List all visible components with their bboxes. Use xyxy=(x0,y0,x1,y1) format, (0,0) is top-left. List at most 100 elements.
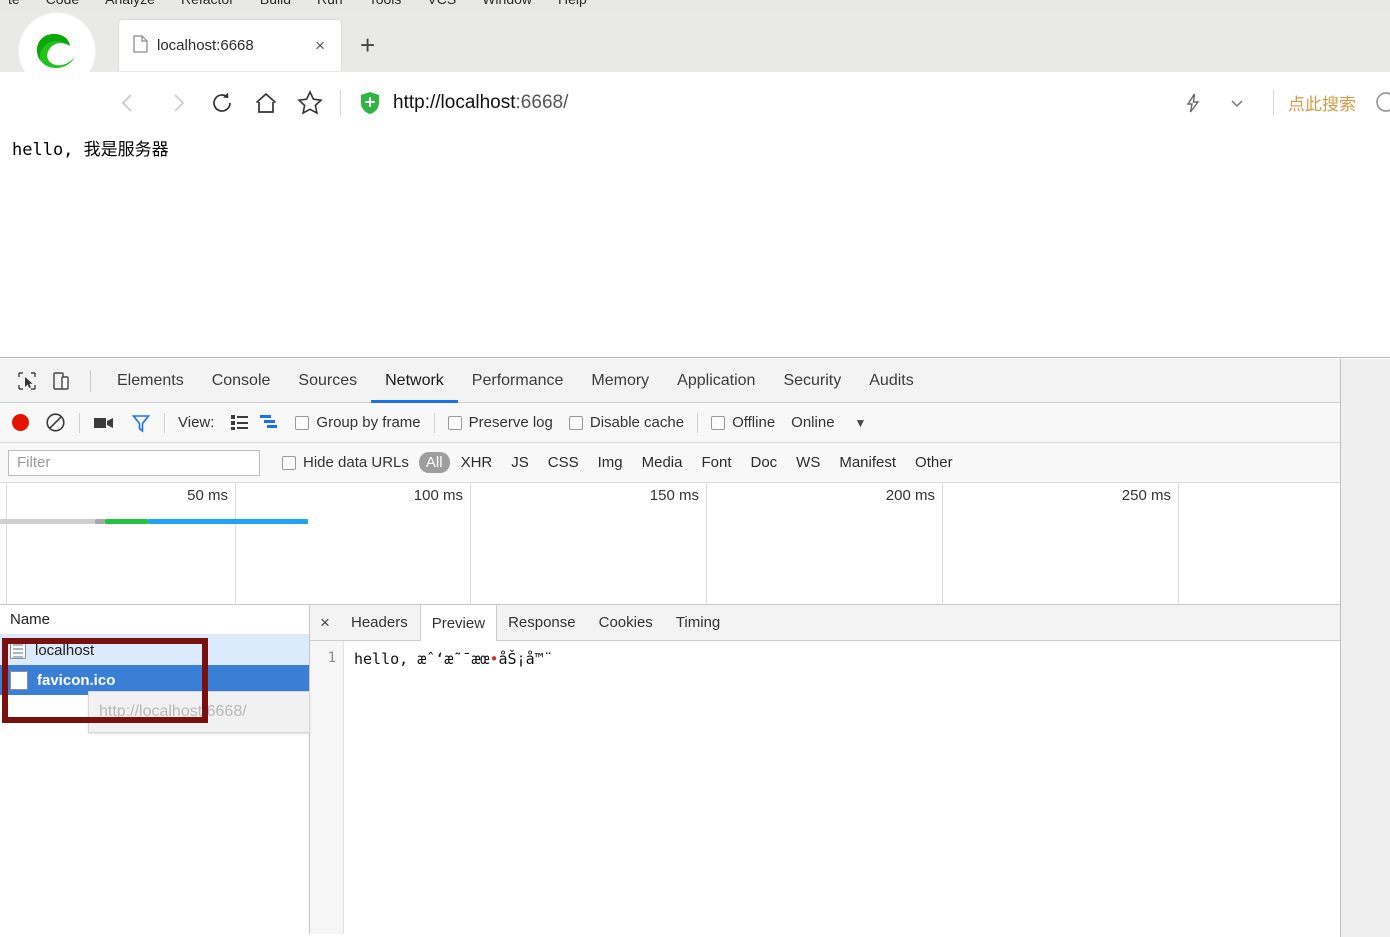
request-name: localhost xyxy=(35,641,95,659)
ide-menu-item[interactable]: te xyxy=(8,0,20,7)
url-tooltip: http://localhost:6668/ xyxy=(88,691,310,733)
tab-console[interactable]: Console xyxy=(198,359,285,403)
toolbar-divider xyxy=(697,412,699,433)
hide-data-urls-checkbox[interactable]: Hide data URLs xyxy=(282,454,409,471)
column-header-name[interactable]: Name xyxy=(0,605,309,635)
preview-text-prefix: hello, xyxy=(354,650,418,668)
device-toolbar-icon[interactable] xyxy=(44,364,78,398)
inspect-element-icon[interactable] xyxy=(10,364,44,398)
record-button-icon[interactable] xyxy=(12,414,29,431)
type-filter-xhr[interactable]: XHR xyxy=(453,452,501,473)
browser-tab-localhost[interactable]: localhost:6668 × xyxy=(118,19,342,71)
chevron-down-icon[interactable] xyxy=(1215,81,1259,125)
ide-menu-item[interactable]: Analyze xyxy=(105,0,155,7)
search-hint-label[interactable]: 点此搜索 xyxy=(1288,90,1364,115)
ide-menu-item[interactable]: VCS xyxy=(427,0,456,7)
disable-cache-checkbox[interactable]: Disable cache xyxy=(568,414,684,431)
table-row[interactable]: localhost xyxy=(0,635,309,665)
ide-menu-item[interactable]: Run xyxy=(317,0,343,7)
ide-menu-item[interactable]: Tools xyxy=(369,0,402,7)
request-list-pane: Name localhost favicon.ico http://localh… xyxy=(0,605,310,934)
security-shield-icon xyxy=(359,91,381,115)
lightning-icon[interactable] xyxy=(1171,81,1215,125)
tab-title: localhost:6668 xyxy=(157,37,254,54)
checkbox-box xyxy=(711,415,726,430)
detail-tab-timing[interactable]: Timing xyxy=(665,605,732,641)
request-detail-pane: × Headers Preview Response Cookies Timin… xyxy=(310,604,1390,934)
waterfall-view-icon[interactable] xyxy=(259,414,279,431)
close-icon[interactable]: × xyxy=(311,37,329,54)
detail-tab-preview[interactable]: Preview xyxy=(419,604,498,642)
timeline-tick-label: 100 ms xyxy=(413,487,463,504)
tab-audits[interactable]: Audits xyxy=(855,359,927,403)
checkbox-box xyxy=(447,415,462,430)
ide-menu-item[interactable]: Code xyxy=(46,0,79,7)
throttling-value: Online xyxy=(791,414,835,431)
group-by-frame-checkbox[interactable]: Group by frame xyxy=(295,414,421,431)
clear-icon[interactable] xyxy=(45,412,66,433)
ide-menu-item[interactable]: Refactor xyxy=(181,0,234,7)
network-split-view: Name localhost favicon.ico http://localh… xyxy=(0,604,1390,934)
view-label: View: xyxy=(178,414,215,431)
address-url-host: http://localhost xyxy=(393,91,516,113)
type-filter-other[interactable]: Other xyxy=(907,452,961,473)
type-filter-media[interactable]: Media xyxy=(634,452,691,473)
type-filter-all[interactable]: All xyxy=(418,452,450,473)
preview-content: 1 hello, æˆ‘æ˜¯æœ•åŠ¡å™¨ xyxy=(310,641,1390,934)
type-filter-manifest[interactable]: Manifest xyxy=(831,452,904,473)
devtools-panel: Elements Console Sources Network Perform… xyxy=(0,359,1390,937)
close-icon[interactable]: × xyxy=(310,613,340,633)
network-filter-bar: Hide data URLs All XHR JS CSS Img Media … xyxy=(0,443,1390,483)
preserve-log-label: Preserve log xyxy=(468,414,553,431)
screen-root: te Code Analyze Refactor Build Run Tools… xyxy=(0,0,1390,937)
type-filter-doc[interactable]: Doc xyxy=(742,452,785,473)
tab-security[interactable]: Security xyxy=(769,359,855,403)
request-bar-stalled xyxy=(95,519,105,524)
type-filter-css[interactable]: CSS xyxy=(540,452,587,473)
ide-menu-item[interactable]: Help xyxy=(558,0,587,7)
type-filter-font[interactable]: Font xyxy=(693,452,739,473)
request-bar-waiting xyxy=(105,519,148,524)
list-view-icon[interactable] xyxy=(230,414,249,431)
network-toolbar: View: Group by frame Preserve log Disabl… xyxy=(0,403,1390,443)
detail-tab-cookies[interactable]: Cookies xyxy=(588,605,665,641)
address-url-port: :6668/ xyxy=(515,91,569,113)
home-icon[interactable] xyxy=(244,81,288,125)
network-overview-timeline[interactable]: 50 ms 100 ms 150 ms 200 ms 250 ms 300 ms xyxy=(0,483,1390,605)
star-icon[interactable] xyxy=(288,81,332,125)
search-circle-icon[interactable] xyxy=(1364,81,1390,125)
type-filter-img[interactable]: Img xyxy=(590,452,631,473)
offline-checkbox[interactable]: Offline xyxy=(711,414,775,431)
new-tab-button[interactable]: + xyxy=(360,32,375,58)
filter-funnel-icon[interactable] xyxy=(131,413,151,433)
chevron-down-icon[interactable]: ▼ xyxy=(855,416,867,430)
toolbar-divider xyxy=(79,412,80,433)
tab-network[interactable]: Network xyxy=(371,359,458,403)
detail-tab-response[interactable]: Response xyxy=(497,605,588,641)
request-bar-queued xyxy=(0,519,95,524)
tab-memory[interactable]: Memory xyxy=(577,359,663,403)
tab-application[interactable]: Application xyxy=(663,359,769,403)
ide-menu-item[interactable]: Build xyxy=(260,0,291,7)
tab-sources[interactable]: Sources xyxy=(284,359,371,403)
throttling-select[interactable]: Online xyxy=(791,414,834,431)
reload-icon[interactable] xyxy=(200,81,244,125)
address-bar[interactable]: http://localhost:6668/ xyxy=(349,91,1171,115)
tab-performance[interactable]: Performance xyxy=(458,359,578,403)
filter-input[interactable] xyxy=(8,449,260,476)
timeline-tick-label: 200 ms xyxy=(885,487,935,504)
right-side-gutter xyxy=(1340,359,1390,937)
detail-tab-headers[interactable]: Headers xyxy=(340,605,420,641)
preview-text-mojibake-a: æˆ‘æ˜¯æœ xyxy=(417,650,490,668)
capture-screenshots-icon[interactable] xyxy=(93,415,115,431)
tab-elements[interactable]: Elements xyxy=(103,359,198,403)
type-filter-js[interactable]: JS xyxy=(503,452,537,473)
back-arrow-icon[interactable] xyxy=(112,81,156,125)
request-name: favicon.ico xyxy=(37,671,116,689)
forward-arrow-icon[interactable] xyxy=(156,81,200,125)
preserve-log-checkbox[interactable]: Preserve log xyxy=(447,414,553,431)
toolbar-divider xyxy=(340,89,341,116)
type-filter-ws[interactable]: WS xyxy=(788,452,828,473)
ide-menu-item[interactable]: Window xyxy=(482,0,532,7)
timeline-tick-label: 250 ms xyxy=(1121,487,1171,504)
